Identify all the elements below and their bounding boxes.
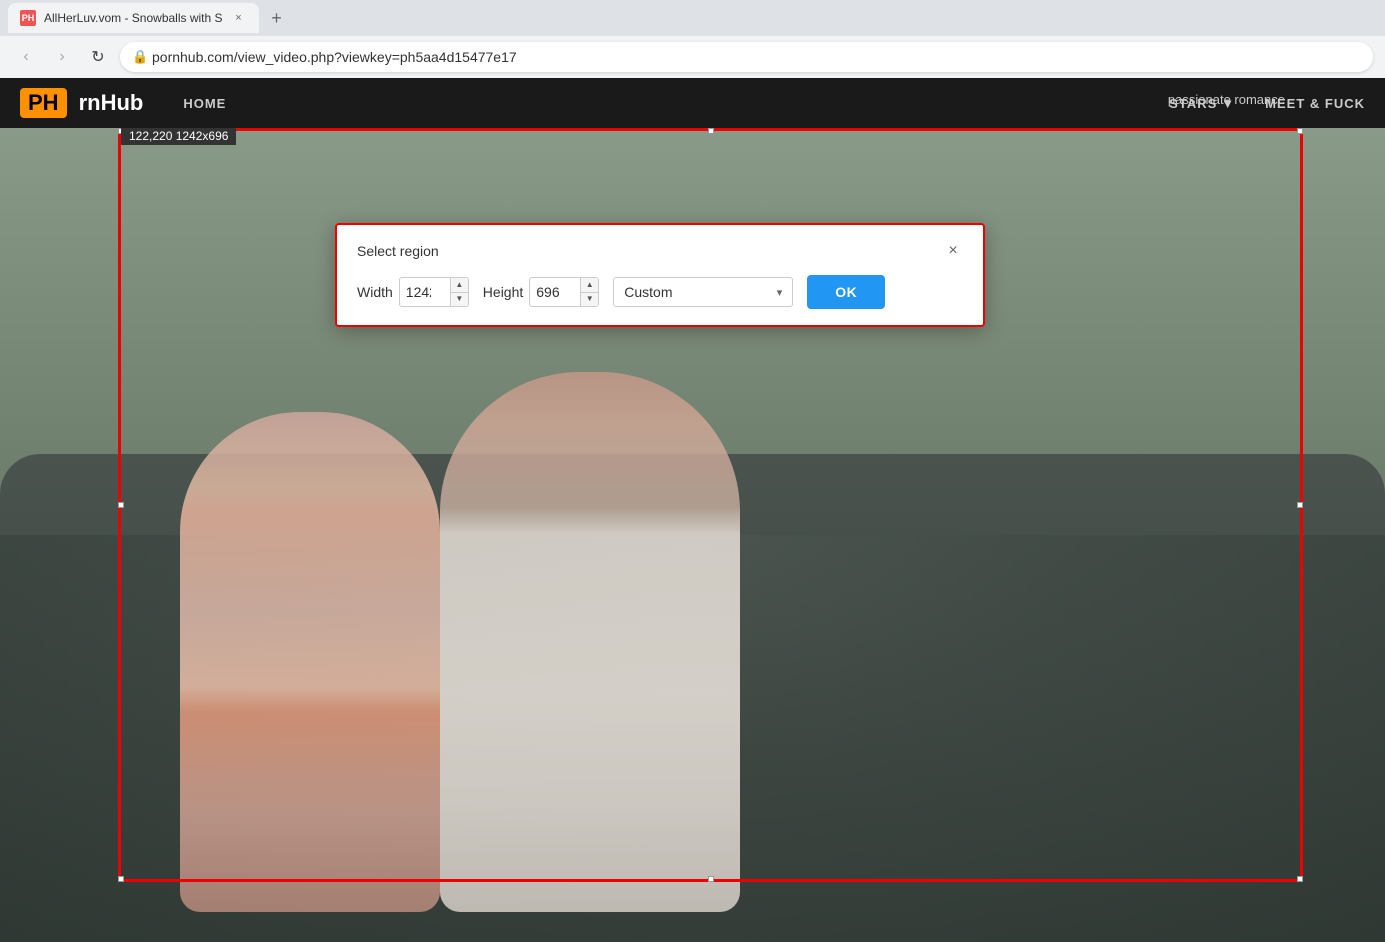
figure-left <box>180 412 440 912</box>
height-spinner: ▲ ▼ <box>580 278 598 306</box>
width-spinner: ▲ ▼ <box>450 278 468 306</box>
forward-icon: › <box>59 48 64 66</box>
lock-icon: 🔒 <box>132 49 148 65</box>
width-input-wrap: ▲ ▼ <box>399 277 469 307</box>
logo-ph-badge: PH <box>20 88 67 118</box>
figure-right <box>440 372 740 912</box>
tab-bar: PH AllHerLuv.vom - Snowballs with S × + <box>0 0 1385 36</box>
site-logo[interactable]: PH rnHub <box>20 88 143 118</box>
browser-chrome: PH AllHerLuv.vom - Snowballs with S × + … <box>0 0 1385 78</box>
tab-title: AllHerLuv.vom - Snowballs with S <box>44 11 223 25</box>
height-field: Height ▲ ▼ <box>483 277 599 307</box>
select-region-dialog: Select region × Width ▲ ▼ <box>335 223 985 327</box>
new-tab-button[interactable]: + <box>263 4 291 32</box>
ok-button[interactable]: OK <box>807 275 885 309</box>
dropdown-arrow-icon: ▾ <box>777 286 783 299</box>
reload-icon: ↻ <box>91 47 104 67</box>
url-input[interactable] <box>120 42 1373 72</box>
preset-label: Custom <box>624 284 672 300</box>
dialog-title: Select region <box>357 243 439 259</box>
dialog-close-button[interactable]: × <box>943 241 963 261</box>
forward-button[interactable]: › <box>48 43 76 71</box>
sidebar-item-home[interactable]: HOME <box>183 96 226 111</box>
tab-favicon: PH <box>20 10 36 26</box>
video-area: 122,220 1242x696 Select region × Width <box>0 128 1385 942</box>
height-input-wrap: ▲ ▼ <box>529 277 599 307</box>
height-increment-button[interactable]: ▲ <box>580 278 598 293</box>
width-label: Width <box>357 284 393 300</box>
url-bar-wrapper: 🔒 <box>120 42 1373 72</box>
page-content: PH rnHub HOME STARS ▼ MEET & FUCK passio… <box>0 78 1385 942</box>
back-icon: ‹ <box>23 48 28 66</box>
preset-dropdown[interactable]: Custom ▾ <box>613 277 793 307</box>
passionate-text: passionate romance <box>1168 92 1285 107</box>
width-field: Width ▲ ▼ <box>357 277 469 307</box>
dialog-body: Width ▲ ▼ Height ▲ <box>357 275 963 309</box>
height-label: Height <box>483 284 523 300</box>
tab-close-button[interactable]: × <box>231 10 247 26</box>
width-increment-button[interactable]: ▲ <box>450 278 468 293</box>
height-decrement-button[interactable]: ▼ <box>580 293 598 307</box>
back-button[interactable]: ‹ <box>12 43 40 71</box>
site-nav: PH rnHub HOME STARS ▼ MEET & FUCK passio… <box>0 78 1385 128</box>
logo-text: rnHub <box>79 90 144 116</box>
width-decrement-button[interactable]: ▼ <box>450 293 468 307</box>
active-tab[interactable]: PH AllHerLuv.vom - Snowballs with S × <box>8 3 259 33</box>
address-bar: ‹ › ↻ 🔒 <box>0 36 1385 78</box>
dialog-header: Select region × <box>357 241 963 261</box>
reload-button[interactable]: ↻ <box>84 43 112 71</box>
